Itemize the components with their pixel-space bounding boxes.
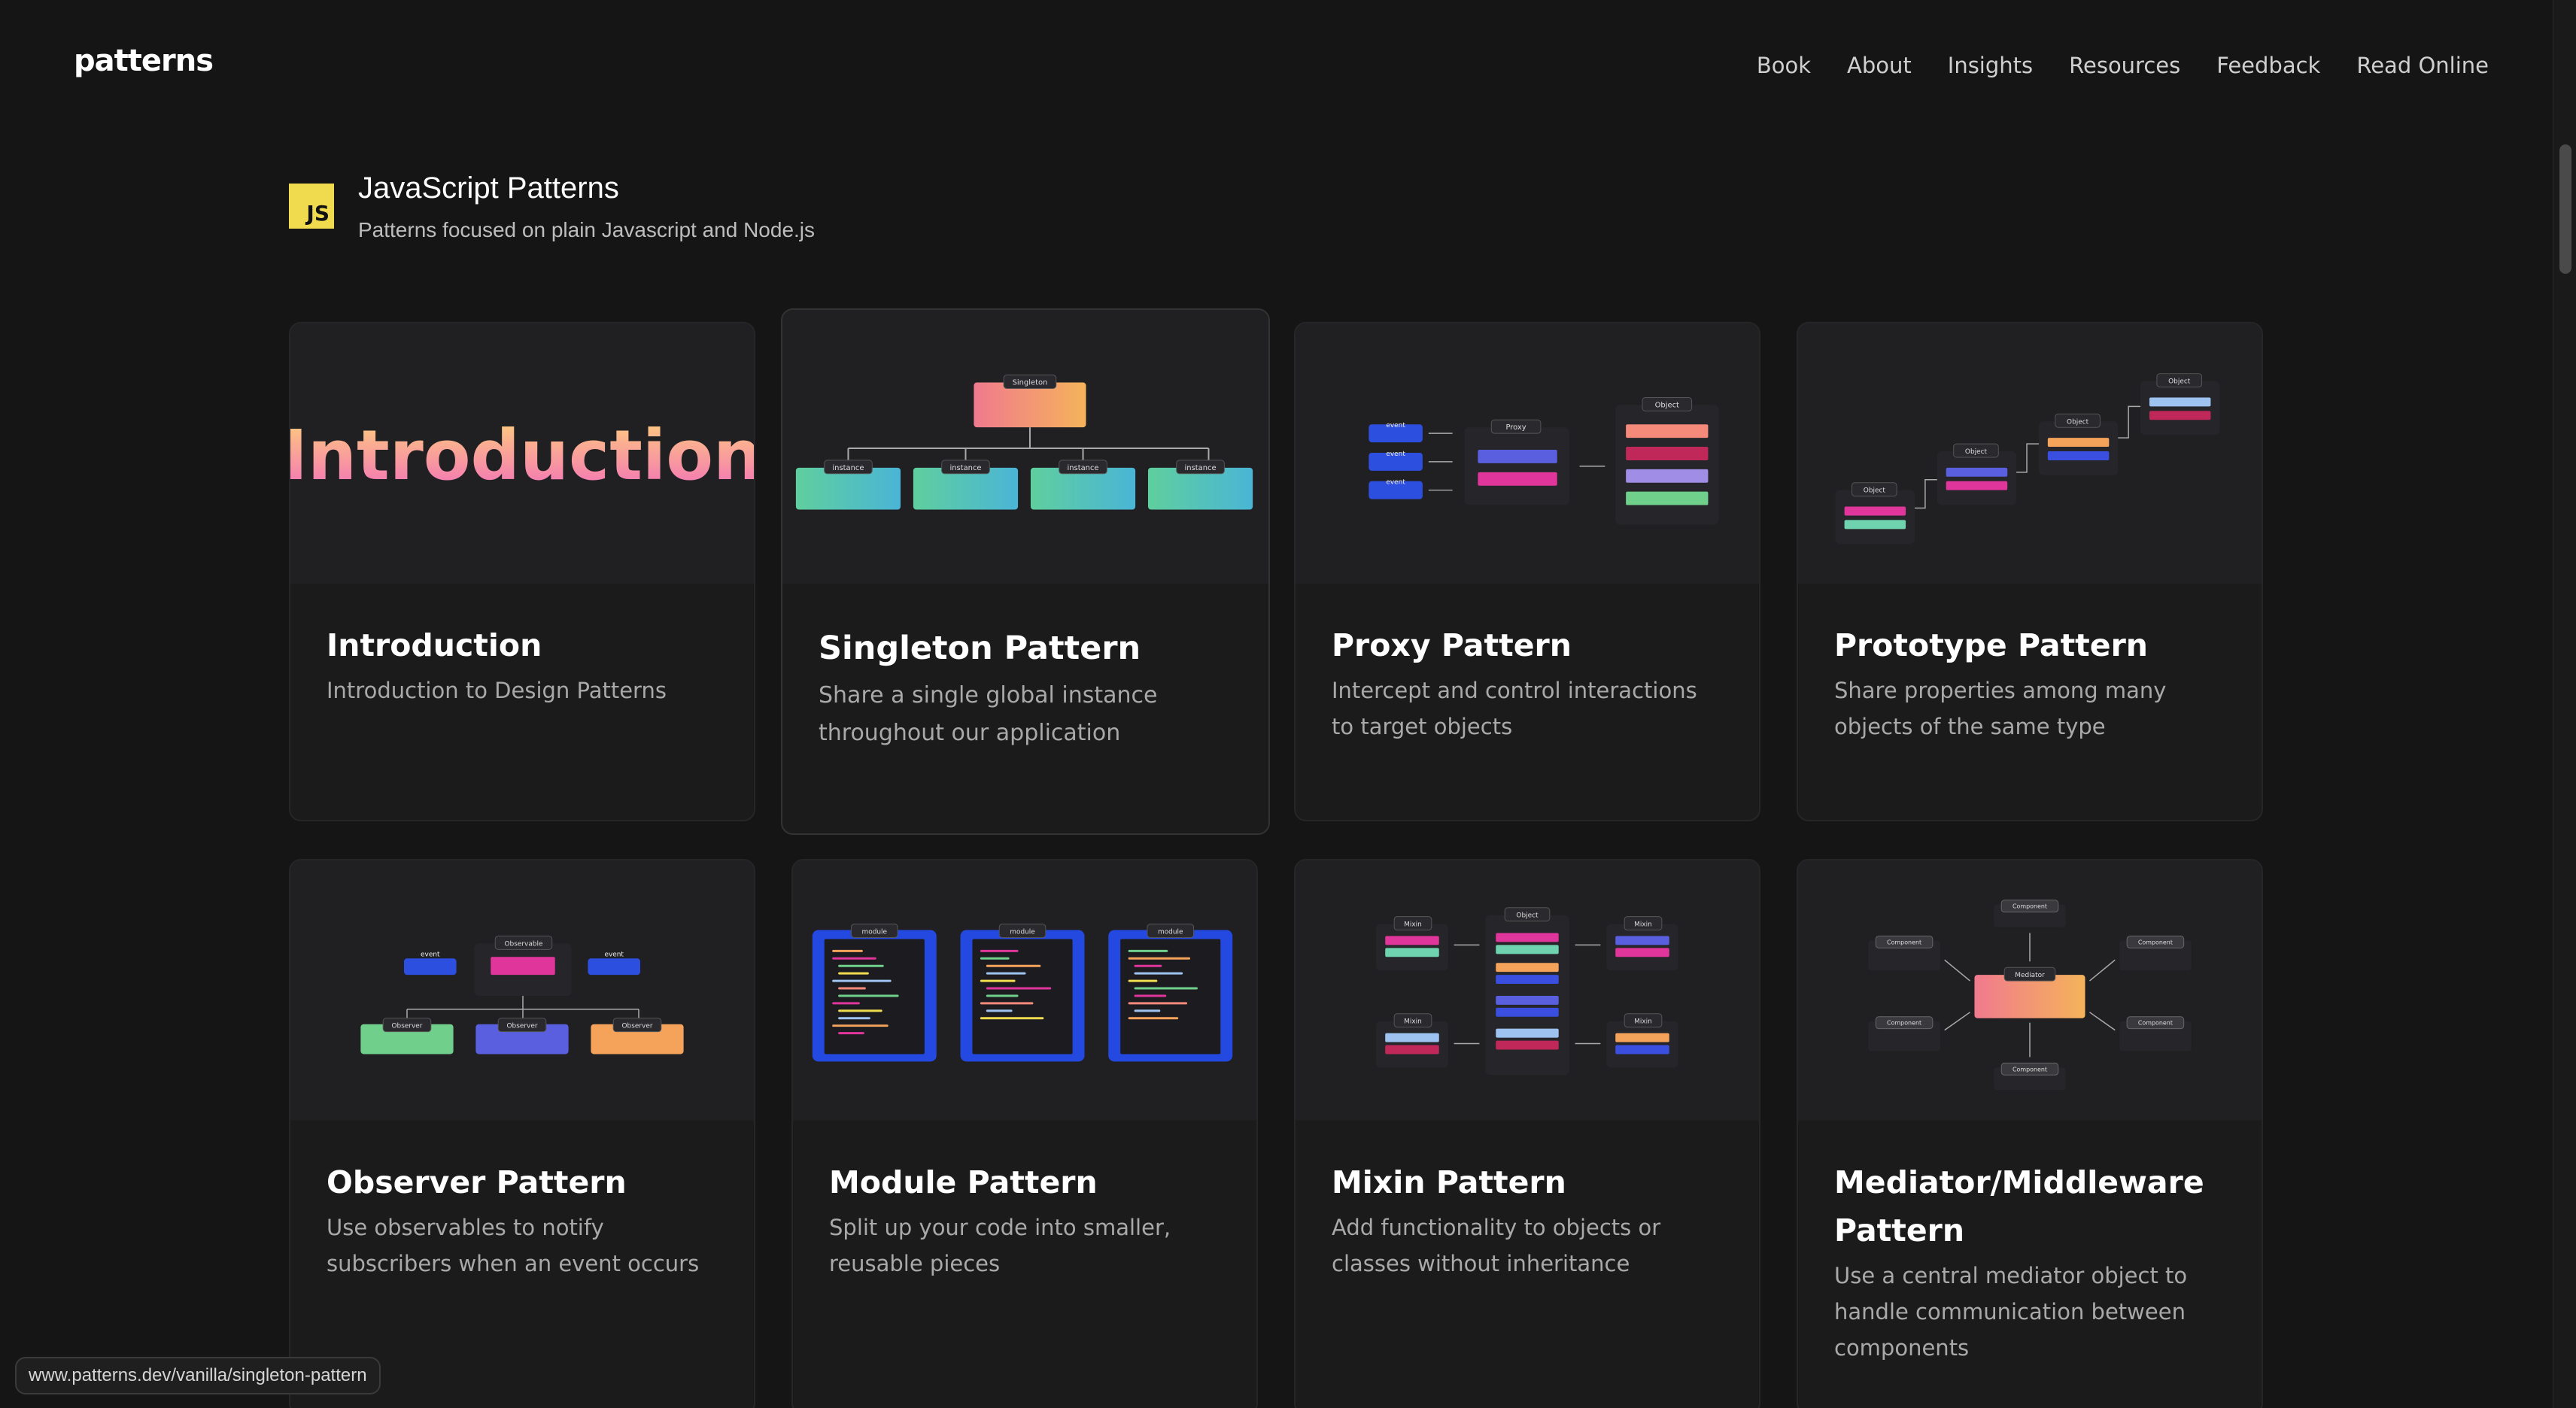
module-label: module (862, 928, 888, 936)
observer-label: Observer (507, 1023, 538, 1030)
module-label: module (1158, 928, 1183, 936)
mixin-label: Mixin (1404, 921, 1422, 929)
card-title: Introduction (327, 627, 542, 663)
mediator-label: Mediator (2015, 972, 2045, 979)
card-introduction[interactable]: Introduction Introduction Introduction t… (289, 322, 755, 821)
card-module-pattern[interactable]: module module module Module Pattern Spli… (791, 859, 1258, 1408)
mixin-label: Mixin (1404, 1018, 1422, 1026)
scrollbar[interactable] (2553, 0, 2576, 1408)
card-thumbnail: Introduction (290, 323, 754, 584)
proxy-label: Proxy (1506, 423, 1526, 432)
component-label: Component (1887, 1020, 1921, 1027)
card-thumbnail: Singleton instance instance instance ins… (782, 310, 1268, 584)
card-mixin-pattern[interactable]: Object Mixin Mixin Mixin Mixin Mixin Pat… (1294, 859, 1760, 1408)
nav-insights[interactable]: Insights (1948, 53, 2033, 78)
card-description: Use a central mediator object to handle … (1834, 1263, 2188, 1361)
object-label: Object (2168, 378, 2191, 386)
instance-label: instance (1068, 464, 1099, 472)
mediator-illustration: Mediator Component Component Component C… (1868, 900, 2192, 1091)
observer-label: Observer (622, 1023, 653, 1030)
card-thumbnail: Object Mixin Mixin Mixin Mixin (1296, 860, 1759, 1121)
object-label: Object (1965, 448, 1988, 456)
mixin-illustration: Object Mixin Mixin Mixin Mixin (1376, 907, 1678, 1076)
top-nav: Book About Insights Resources Feedback R… (1757, 53, 2489, 78)
instance-label: instance (1185, 464, 1217, 472)
module-label: module (1010, 928, 1035, 936)
component-label: Component (1887, 939, 1921, 945)
prototype-illustration: Object Object Object Object (1835, 373, 2220, 545)
card-title: Mixin Pattern (1332, 1164, 1566, 1200)
component-label: Component (2012, 903, 2047, 910)
instance-label: instance (949, 464, 981, 472)
observer-illustration: Observable event event Observer Observer (360, 935, 684, 1054)
event-label: event (604, 951, 624, 958)
mixin-label: Mixin (1634, 1018, 1652, 1026)
card-description: Share properties among many objects of t… (1834, 678, 2167, 739)
proxy-illustration: event event event Proxy Object (1368, 396, 1719, 525)
nav-read-online[interactable]: Read Online (2356, 53, 2489, 78)
card-description: Use observables to notify subscribers wh… (327, 1215, 700, 1276)
card-thumbnail: event event event Proxy Object (1296, 323, 1759, 584)
link-preview-status: www.patterns.dev/vanilla/singleton-patte… (15, 1357, 381, 1394)
page: patterns Book About Insights Resources F… (0, 0, 2576, 1408)
nav-book[interactable]: Book (1757, 53, 1811, 78)
card-thumbnail: Object Object Object Object (1798, 323, 2262, 584)
singleton-illustration: Singleton instance instance instance ins… (795, 375, 1253, 510)
card-proxy-pattern[interactable]: event event event Proxy Object Proxy Pat… (1294, 322, 1760, 821)
scrollbar-thumb[interactable] (2559, 144, 2571, 274)
card-title: Observer Pattern (327, 1164, 627, 1200)
event-label: event (421, 951, 440, 958)
mixin-label: Mixin (1634, 921, 1652, 929)
observer-label: Observer (391, 1023, 422, 1030)
site-logo[interactable]: patterns (74, 44, 214, 78)
card-title: Module Pattern (829, 1164, 1098, 1200)
component-label: Component (2012, 1066, 2047, 1073)
module-illustration: module module module (812, 924, 1233, 1062)
card-thumbnail: Mediator Component Component Component C… (1798, 860, 2262, 1121)
card-thumbnail: module module module (793, 860, 1256, 1121)
js-logo-icon: JS (289, 184, 334, 229)
event-label: event (1386, 479, 1405, 487)
card-title: Mediator/Middleware Pattern (1834, 1164, 2204, 1249)
card-title: Prototype Pattern (1834, 627, 2148, 663)
nav-about[interactable]: About (1847, 53, 1912, 78)
event-label: event (1386, 451, 1405, 458)
card-description: Share a single global instance throughou… (819, 682, 1158, 746)
introduction-illustration: Introduction (290, 415, 754, 496)
card-mediator-pattern[interactable]: Mediator Component Component Component C… (1797, 859, 2263, 1408)
singleton-label: Singleton (1013, 379, 1048, 387)
card-title: Proxy Pattern (1332, 627, 1572, 663)
card-observer-pattern[interactable]: Observable event event Observer Observer (289, 859, 755, 1408)
component-label: Component (2138, 1020, 2173, 1027)
event-label: event (1386, 422, 1405, 429)
instance-label: instance (832, 464, 864, 472)
observable-label: Observable (505, 940, 543, 948)
object-label: Object (1655, 401, 1679, 409)
card-description: Intercept and control interactions to ta… (1332, 678, 1697, 739)
card-prototype-pattern[interactable]: Object Object Object Object Prototype Pa… (1797, 322, 2263, 821)
component-label: Component (2138, 939, 2173, 945)
card-singleton-pattern[interactable]: Singleton instance instance instance ins… (781, 308, 1270, 835)
object-label: Object (2067, 418, 2089, 426)
card-description: Add functionality to objects or classes … (1332, 1215, 1661, 1276)
introduction-thumb-text: Introduction (290, 415, 754, 496)
object-label: Object (1864, 487, 1886, 495)
card-thumbnail: Observable event event Observer Observer (290, 860, 754, 1121)
object-label: Object (1516, 912, 1539, 920)
section-subtitle: Patterns focused on plain Javascript and… (358, 218, 816, 241)
nav-feedback[interactable]: Feedback (2216, 53, 2320, 78)
card-title: Singleton Pattern (819, 630, 1141, 667)
card-description: Split up your code into smaller, reusabl… (829, 1215, 1171, 1276)
nav-resources[interactable]: Resources (2069, 53, 2180, 78)
section-title: JavaScript Patterns (358, 171, 619, 205)
card-description: Introduction to Design Patterns (327, 678, 667, 703)
